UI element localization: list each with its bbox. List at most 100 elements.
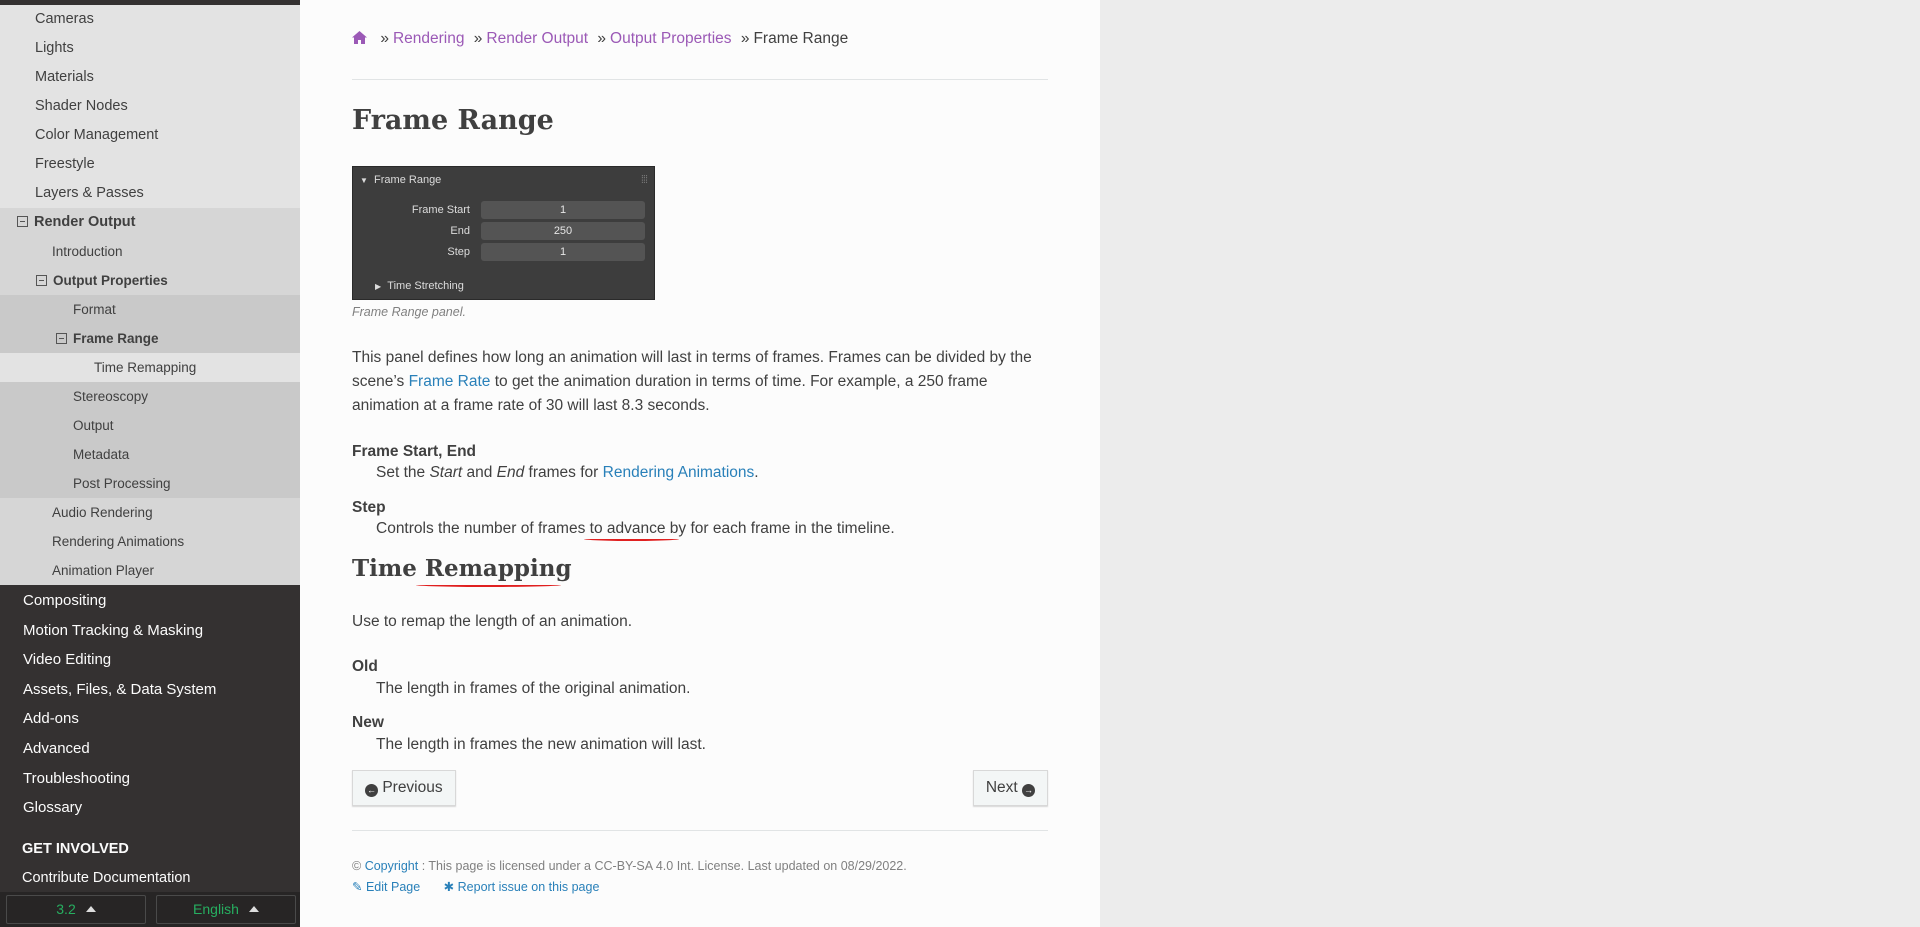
collapse-icon[interactable] xyxy=(17,216,28,227)
sidebar-item-introduction[interactable]: Introduction xyxy=(0,237,300,266)
panel-row-value: 1 xyxy=(481,201,645,219)
sidebar-item-motion-tracking[interactable]: Motion Tracking & Masking xyxy=(0,616,300,646)
bug-icon: ✱ xyxy=(443,880,455,894)
breadcrumb-rendering[interactable]: Rendering xyxy=(393,30,465,47)
sidebar-item-time-remapping[interactable]: Time Remapping xyxy=(0,353,300,382)
panel-row-label: Step xyxy=(447,246,470,258)
license-text: : This page is licensed under a CC-BY-SA… xyxy=(421,859,907,873)
sidebar-item-video-editing[interactable]: Video Editing xyxy=(0,645,300,675)
breadcrumb-current: Frame Range xyxy=(753,30,849,47)
intro-paragraph: This panel defines how long an animation… xyxy=(352,346,1048,418)
sidebar-item-lights[interactable]: Lights xyxy=(0,34,300,63)
desc-em: End xyxy=(496,464,525,481)
version-select[interactable]: 3.2 xyxy=(6,895,146,924)
panel-row-label: End xyxy=(450,225,470,237)
sidebar-item-metadata[interactable]: Metadata xyxy=(0,440,300,469)
footer-links: ✎ Edit Page ✱ Report issue on this page xyxy=(352,879,599,894)
sidebar-item-label: Render Output xyxy=(34,214,136,230)
language-select[interactable]: English xyxy=(156,895,296,924)
arrow-right-circle-icon: → xyxy=(1022,784,1035,797)
sidebar-item-animation-player[interactable]: Animation Player xyxy=(0,556,300,585)
term-old: Old xyxy=(352,658,378,675)
panel-row-value: 250 xyxy=(481,222,645,240)
sidebar-item-glossary[interactable]: Glossary xyxy=(0,793,300,823)
version-label: 3.2 xyxy=(56,901,76,917)
breadcrumb-separator: » xyxy=(597,30,607,47)
sidebar-item-materials[interactable]: Materials xyxy=(0,63,300,92)
sidebar-item-label: Frame Range xyxy=(73,331,159,346)
collapse-icon[interactable] xyxy=(36,275,47,286)
desc-new: The length in frames the new animation w… xyxy=(376,736,706,753)
edit-page-label: Edit Page xyxy=(365,880,421,894)
sidebar-item-freestyle[interactable]: Freestyle xyxy=(0,150,300,179)
copyright-symbol: © xyxy=(352,859,362,873)
desc-frame-start-end: Set the Start and End frames for Renderi… xyxy=(376,464,759,482)
panel-title: Frame Range xyxy=(374,174,442,186)
next-button[interactable]: Next → xyxy=(972,770,1048,806)
term-new: New xyxy=(352,714,384,731)
term-step: Step xyxy=(352,499,386,516)
sidebar-item-contribute[interactable]: Contribute Documentation xyxy=(0,862,300,894)
subpanel-title: Time Stretching xyxy=(387,280,464,292)
figure-caption: Frame Range panel. xyxy=(352,305,466,319)
breadcrumb-separator: » xyxy=(473,30,483,47)
sidebar-item-layers-passes[interactable]: Layers & Passes xyxy=(0,179,300,208)
desc-text: frames for xyxy=(524,464,603,481)
section-heading-time-remapping: Time Remapping xyxy=(352,555,572,582)
desc-step: Controls the number of frames to advance… xyxy=(376,520,895,537)
previous-button[interactable]: ← Previous xyxy=(352,770,456,806)
previous-label: Previous xyxy=(382,779,443,796)
sidebar-item-troubleshooting[interactable]: Troubleshooting xyxy=(0,764,300,794)
desc-text: . xyxy=(754,464,759,481)
footer-license: © Copyright : This page is licensed unde… xyxy=(352,859,907,873)
divider xyxy=(352,79,1048,80)
sidebar-item-format[interactable]: Format xyxy=(0,295,300,324)
sidebar-item-assets-files[interactable]: Assets, Files, & Data System xyxy=(0,675,300,705)
sidebar-item-cameras[interactable]: Cameras xyxy=(0,5,300,34)
get-involved-heading: GET INVOLVED xyxy=(22,840,129,857)
breadcrumb-output-properties[interactable]: Output Properties xyxy=(610,30,731,47)
sidebar-item-render-output[interactable]: Render Output xyxy=(0,208,300,237)
sidebar-item-output[interactable]: Output xyxy=(0,411,300,440)
collapse-icon[interactable] xyxy=(56,333,67,344)
sidebar-item-color-management[interactable]: Color Management xyxy=(0,121,300,150)
main-content: » Rendering » Render Output » Output Proper… xyxy=(300,0,1100,927)
report-issue-label: Report issue on this page xyxy=(457,880,600,894)
report-issue-link[interactable]: ✱ Report issue on this page xyxy=(444,880,600,894)
version-switcher-bar: 3.2 English xyxy=(0,892,300,927)
disclosure-down-icon: ▼ xyxy=(360,176,368,185)
sidebar-item-compositing[interactable]: Compositing xyxy=(0,586,300,616)
sidebar-item-rendering-animations[interactable]: Rendering Animations xyxy=(0,527,300,556)
next-label: Next xyxy=(985,779,1018,796)
edit-icon: ✎ xyxy=(352,880,363,894)
desc-text: Set the xyxy=(376,464,430,481)
sidebar-item-post-processing[interactable]: Post Processing xyxy=(0,469,300,498)
frame-rate-link[interactable]: Frame Rate xyxy=(409,373,491,390)
sidebar-item-add-ons[interactable]: Add-ons xyxy=(0,704,300,734)
page-title: Frame Range xyxy=(352,105,554,136)
sidebar-item-shader-nodes[interactable]: Shader Nodes xyxy=(0,92,300,121)
panel-row-value: 1 xyxy=(481,243,645,261)
edit-page-link[interactable]: ✎ Edit Page xyxy=(352,880,420,894)
panel-row-label: Frame Start xyxy=(411,204,470,216)
desc-text: and xyxy=(462,464,497,481)
term-frame-start-end: Frame Start, End xyxy=(352,443,477,460)
sidebar-item-output-properties[interactable]: Output Properties xyxy=(0,266,300,295)
sidebar-item-frame-range[interactable]: Frame Range xyxy=(0,324,300,353)
breadcrumb-render-output[interactable]: Render Output xyxy=(486,30,588,47)
breadcrumb-separator: » xyxy=(740,30,750,47)
panel-subpanel: ▶ Time Stretching xyxy=(375,280,464,292)
desc-old: The length in frames of the original ani… xyxy=(376,680,691,697)
sidebar-item-stereoscopy[interactable]: Stereoscopy xyxy=(0,382,300,411)
sidebar-item-advanced[interactable]: Advanced xyxy=(0,734,300,764)
divider xyxy=(352,830,1048,831)
sidebar-item-audio-rendering[interactable]: Audio Rendering xyxy=(0,498,300,527)
language-label: English xyxy=(193,901,239,917)
home-icon[interactable] xyxy=(352,31,367,44)
sidebar: Cameras Lights Materials Shader Nodes Co… xyxy=(0,0,300,927)
copyright-link[interactable]: Copyright xyxy=(365,859,419,873)
rendering-animations-link[interactable]: Rendering Animations xyxy=(603,464,755,481)
panel-row: Frame Start 1 xyxy=(353,201,656,221)
frame-range-panel-image: ▼ Frame Range ⁞⁞⁞ Frame Start 1 End 250 St… xyxy=(352,166,655,300)
disclosure-right-icon: ▶ xyxy=(375,282,382,291)
